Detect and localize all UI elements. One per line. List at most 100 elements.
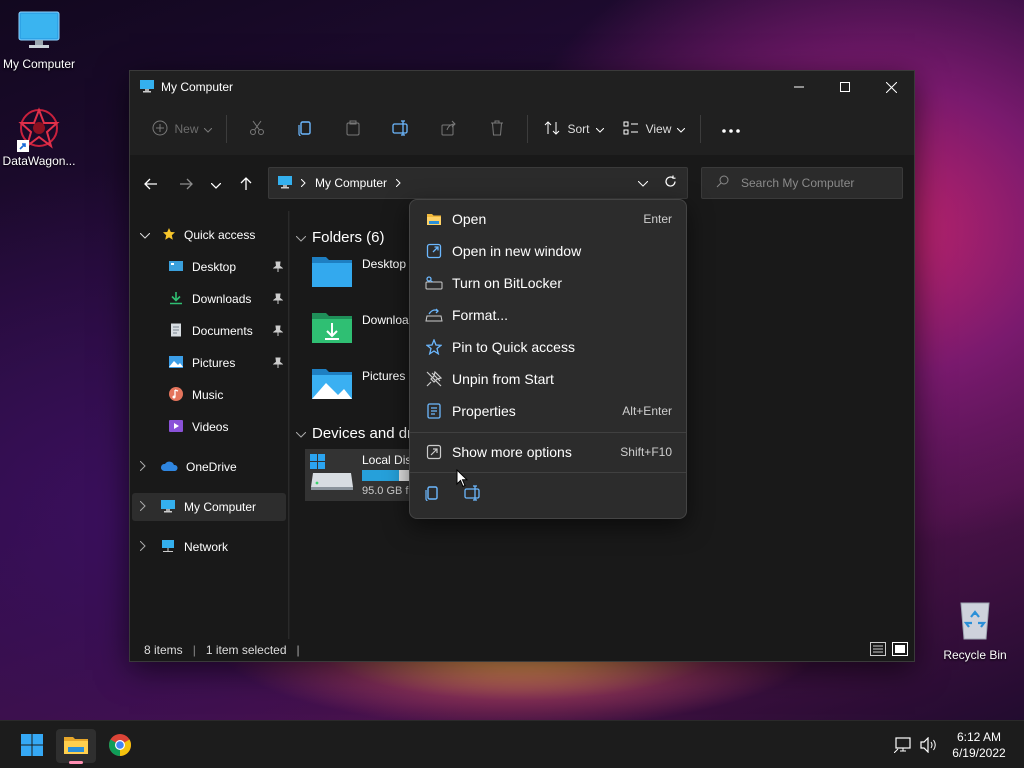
folder-tile[interactable]: Desktop bbox=[310, 253, 406, 292]
large-icons-view-icon[interactable] bbox=[892, 641, 908, 659]
refresh-icon[interactable] bbox=[664, 175, 677, 191]
chevron-right-icon bbox=[300, 176, 306, 190]
new-label: New bbox=[174, 122, 199, 136]
sort-icon bbox=[544, 120, 560, 139]
sidebar-item-label: Pictures bbox=[192, 356, 236, 370]
view-list-icon bbox=[623, 121, 639, 138]
menu-copy-button[interactable] bbox=[424, 485, 440, 504]
start-button[interactable] bbox=[12, 729, 52, 763]
folder-tile[interactable]: Pictures bbox=[310, 365, 405, 404]
share-icon bbox=[441, 120, 457, 139]
search-placeholder: Search My Computer bbox=[741, 176, 855, 190]
address-dropdown-icon[interactable] bbox=[637, 176, 649, 190]
maximize-button[interactable] bbox=[822, 72, 868, 102]
trash-icon bbox=[490, 120, 504, 139]
more-button[interactable] bbox=[707, 112, 755, 146]
music-icon bbox=[168, 386, 184, 405]
pictures-icon bbox=[168, 355, 184, 372]
menu-item-open-new-window[interactable]: Open in new window bbox=[414, 236, 684, 266]
sidebar-item-downloads[interactable]: Downloads bbox=[130, 285, 287, 313]
pin-icon bbox=[272, 293, 284, 308]
clipboard-icon bbox=[345, 120, 361, 139]
windows-logo-icon bbox=[20, 733, 44, 760]
address-bar[interactable]: My Computer bbox=[268, 167, 688, 199]
context-menu: Open Enter Open in new window Turn on Bi… bbox=[409, 199, 687, 519]
sidebar-item-desktop[interactable]: Desktop bbox=[130, 253, 287, 281]
folders-header-label: Folders (6) bbox=[312, 229, 385, 246]
menu-separator bbox=[410, 472, 686, 473]
view-button[interactable]: View bbox=[614, 112, 694, 146]
copy-button[interactable] bbox=[281, 112, 329, 146]
paste-button[interactable] bbox=[329, 112, 377, 146]
star-icon bbox=[162, 227, 176, 244]
sidebar-item-music[interactable]: Music bbox=[130, 381, 287, 409]
chevron-down-icon bbox=[295, 427, 307, 441]
back-button[interactable] bbox=[139, 173, 163, 197]
minimize-button[interactable] bbox=[776, 72, 822, 102]
folder-tile[interactable]: Downloa bbox=[310, 309, 409, 348]
network-status-icon[interactable] bbox=[893, 737, 912, 756]
sidebar-item-quick-access[interactable]: Quick access bbox=[130, 221, 287, 249]
sidebar-item-label: Desktop bbox=[192, 260, 237, 274]
menu-item-shortcut: Enter bbox=[643, 212, 672, 226]
copy-icon bbox=[424, 486, 440, 504]
taskbar-file-explorer[interactable] bbox=[56, 729, 96, 764]
close-button[interactable] bbox=[868, 72, 914, 102]
recent-locations-button[interactable] bbox=[204, 173, 228, 197]
details-view-icon[interactable] bbox=[870, 641, 886, 659]
chrome-icon bbox=[108, 733, 132, 760]
pictures-folder-icon bbox=[310, 365, 354, 404]
cut-button[interactable] bbox=[233, 112, 281, 146]
toolbar-divider bbox=[527, 115, 528, 143]
sidebar-item-label: My Computer bbox=[184, 500, 257, 514]
delete-button[interactable] bbox=[473, 112, 521, 146]
taskbar-chrome[interactable] bbox=[100, 729, 140, 763]
properties-icon bbox=[424, 403, 444, 419]
clock-date: 6/19/2022 bbox=[952, 746, 1006, 760]
sidebar-item-documents[interactable]: Documents bbox=[130, 317, 287, 345]
sort-button[interactable]: Sort bbox=[534, 112, 614, 146]
chevron-down-icon bbox=[210, 178, 222, 192]
sidebar-item-network[interactable]: Network bbox=[130, 533, 287, 561]
title-bar[interactable]: My Computer bbox=[130, 71, 914, 103]
menu-item-properties[interactable]: Properties Alt+Enter bbox=[414, 396, 684, 426]
menu-item-show-more-options[interactable]: Show more options Shift+F10 bbox=[414, 437, 684, 467]
menu-separator bbox=[410, 432, 686, 433]
chevron-right-icon bbox=[139, 540, 146, 554]
search-input[interactable]: Search My Computer bbox=[701, 167, 903, 199]
menu-item-bitlocker[interactable]: Turn on BitLocker bbox=[414, 268, 684, 298]
desktop-icon-datawagon[interactable]: DataWagon... bbox=[0, 106, 79, 168]
menu-item-label: Pin to Quick access bbox=[452, 339, 575, 355]
menu-item-shortcut: Alt+Enter bbox=[622, 404, 672, 418]
desktop-icon-recycle-bin[interactable]: Recycle Bin bbox=[935, 597, 1015, 662]
menu-item-label: Open bbox=[452, 211, 487, 227]
taskbar: 6:12 AM 6/19/2022 bbox=[0, 720, 1024, 768]
chevron-down-icon bbox=[595, 122, 604, 136]
sidebar-item-pictures[interactable]: Pictures bbox=[130, 349, 287, 377]
clock[interactable]: 6:12 AM 6/19/2022 bbox=[947, 729, 1011, 761]
share-button[interactable] bbox=[425, 112, 473, 146]
rename-button[interactable] bbox=[377, 112, 425, 146]
sidebar-item-my-computer[interactable]: My Computer bbox=[132, 493, 286, 521]
menu-item-unpin-start[interactable]: Unpin from Start bbox=[414, 364, 684, 394]
folders-group-header[interactable]: Folders (6) bbox=[295, 229, 385, 246]
downloads-folder-icon bbox=[310, 309, 354, 348]
menu-item-open[interactable]: Open Enter bbox=[414, 204, 684, 234]
sidebar-item-videos[interactable]: Videos bbox=[130, 413, 287, 441]
forward-button[interactable] bbox=[174, 173, 198, 197]
up-button[interactable] bbox=[234, 173, 258, 197]
mouse-cursor bbox=[456, 468, 469, 491]
copy-icon bbox=[297, 120, 313, 139]
breadcrumb-my-computer[interactable]: My Computer bbox=[315, 176, 387, 190]
clock-time: 6:12 AM bbox=[956, 730, 1002, 744]
devices-header-label: Devices and dr bbox=[312, 425, 413, 442]
chevron-right-icon bbox=[139, 460, 146, 474]
menu-item-format[interactable]: Format... bbox=[414, 300, 684, 330]
desktop-icon-my-computer[interactable]: My Computer bbox=[0, 10, 79, 71]
volume-icon[interactable] bbox=[920, 736, 938, 756]
arrow-right-icon bbox=[179, 178, 193, 193]
devices-group-header[interactable]: Devices and dr bbox=[295, 425, 413, 442]
menu-item-pin-quick-access[interactable]: Pin to Quick access bbox=[414, 332, 684, 362]
sidebar-item-onedrive[interactable]: OneDrive bbox=[130, 453, 287, 481]
new-button[interactable]: New bbox=[144, 112, 220, 146]
